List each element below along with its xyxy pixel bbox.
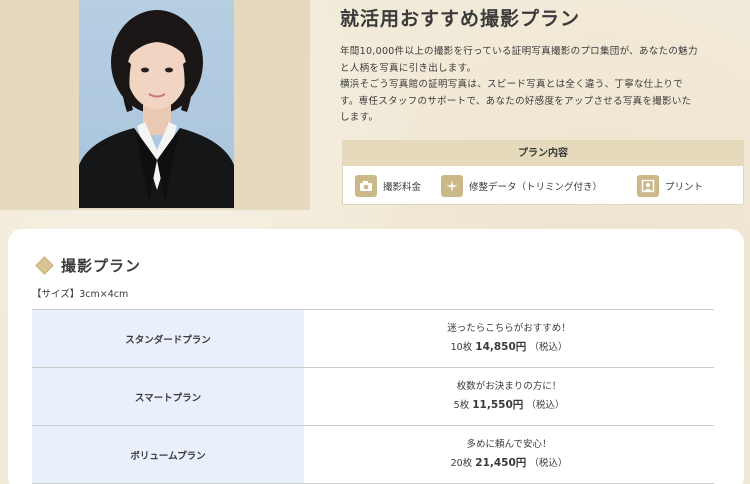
plans-title: 撮影プラン [61, 257, 142, 275]
plan-price: 14,850円 [475, 341, 527, 353]
camera-icon [355, 175, 377, 197]
photo-panel [0, 0, 310, 210]
intro-description: 年間10,000件以上の撮影を行っている証明写真撮影のプロ集団が、あなたの魅力 … [340, 44, 740, 127]
sparkle-icon [441, 175, 463, 197]
plans-section-title: 撮影プラン [34, 255, 141, 276]
page-title: 就活用おすすめ撮影プラン [340, 8, 581, 30]
plan-count: 10枚 [450, 342, 473, 353]
plan-tagline: 迷ったらこちらがおすすめ！ [447, 323, 571, 334]
plan-detail: 枚数がお決まりの方に！ 5枚 11,550円 （税込） [304, 368, 714, 425]
description-line: と人柄を写真に引き出します。 [340, 62, 477, 74]
size-note: 【サイズ】3cm×4cm [32, 289, 129, 300]
plan-name: スタンダードプラン [32, 310, 304, 367]
portrait-print-icon [637, 175, 659, 197]
plan-price: 21,450円 [475, 457, 527, 469]
plan-table: スタンダードプラン 迷ったらこちらがおすすめ！ 10枚 14,850円 （税込）… [32, 309, 714, 484]
plan-price-line: 5枚 11,550円 （税込） [454, 396, 565, 415]
plan-count: 5枚 [453, 400, 470, 411]
plan-features: 撮影料金 修整データ（トリミング付き） プリント [343, 166, 743, 206]
plan-tax: （税込） [526, 400, 565, 411]
plan-detail: 迷ったらこちらがおすすめ！ 10枚 14,850円 （税込） [304, 310, 714, 367]
plan-tagline: 枚数がお決まりの方に！ [456, 381, 562, 392]
plan-price-line: 10枚 14,850円 （税込） [451, 338, 568, 357]
plan-contents-box: プラン内容 撮影料金 修整データ（トリミング付き） プリント [342, 140, 744, 205]
table-row: スタンダードプラン 迷ったらこちらがおすすめ！ 10枚 14,850円 （税込） [32, 310, 714, 368]
description-line: 年間10,000件以上の撮影を行っている証明写真撮影のプロ集団が、あなたの魅力 [340, 46, 698, 57]
plan-detail: 多めに頼んで安心！ 20枚 21,450円 （税込） [304, 426, 714, 483]
plan-name: ボリュームプラン [32, 426, 304, 483]
feature-label: 撮影料金 [383, 182, 422, 193]
plan-tagline: 多めに頼んで安心！ [466, 439, 552, 450]
plan-name: スマートプラン [32, 368, 304, 425]
feature-shooting-fee: 撮影料金 [355, 175, 421, 197]
table-row: スマートプラン 枚数がお決まりの方に！ 5枚 11,550円 （税込） [32, 368, 714, 426]
plans-card: 撮影プラン 【サイズ】3cm×4cm スタンダードプラン 迷ったらこちらがおすす… [8, 229, 744, 484]
diamond-icon [35, 256, 54, 275]
plan-count: 20枚 [450, 458, 473, 469]
table-row: ボリュームプラン 多めに頼んで安心！ 20枚 21,450円 （税込） [32, 426, 714, 484]
plan-price-line: 20枚 21,450円 （税込） [451, 454, 568, 473]
sample-portrait-photo [79, 0, 234, 208]
description-line: します。 [340, 112, 379, 123]
description-line: 横浜そごう写真館の証明写真は、スピード写真とは全く違う、丁寧な仕上りで [340, 79, 684, 90]
plan-contents-heading: プラン内容 [343, 141, 743, 166]
feature-label: プリント [665, 182, 704, 193]
plan-price: 11,550円 [472, 399, 524, 411]
feature-label: 修整データ（トリミング付き） [469, 182, 603, 193]
feature-retouch-data: 修整データ（トリミング付き） [441, 175, 602, 197]
description-line: す。専任スタッフのサポートで、あなたの好感度をアップさせる写真を撮影いた [340, 95, 692, 107]
plan-tax: （税込） [529, 342, 568, 353]
feature-print: プリント [637, 175, 703, 197]
plan-tax: （税込） [529, 458, 568, 469]
